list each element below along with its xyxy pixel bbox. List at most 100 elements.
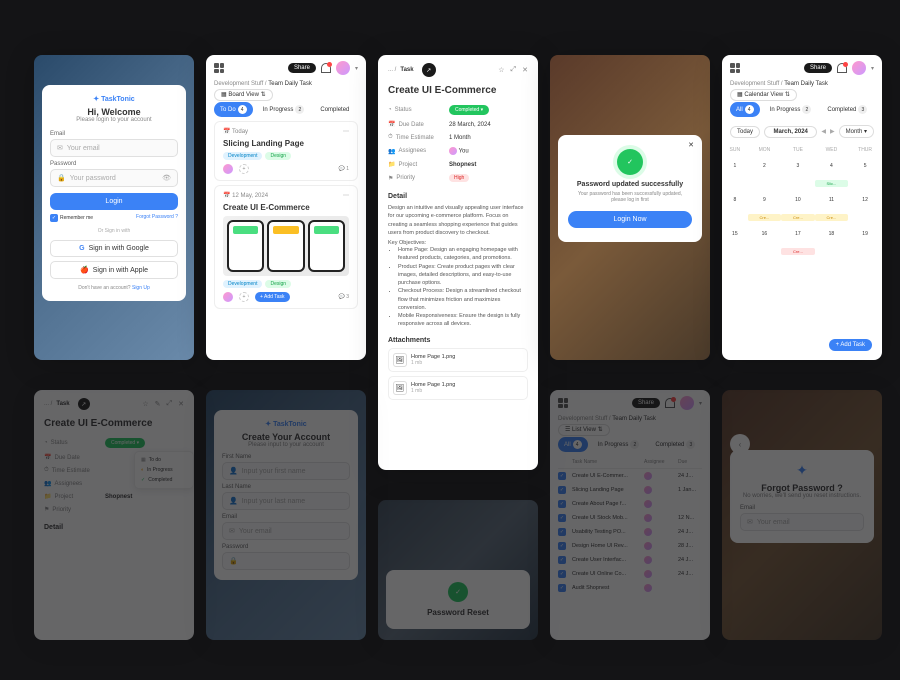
success-sub: Your password has been successfully upda… xyxy=(568,191,692,203)
table-row[interactable]: Create About Page f... xyxy=(558,497,702,511)
forgot-title: Forgot Password ? xyxy=(740,483,864,493)
expand-icon[interactable]: ⤢ xyxy=(511,66,517,74)
menu-inprogress[interactable]: ◐In Progress xyxy=(141,465,187,475)
add-assignee-icon[interactable]: + xyxy=(239,164,249,174)
filter-all[interactable]: All4 xyxy=(730,102,760,117)
signup-title: Create Your Account xyxy=(222,432,350,442)
month-picker[interactable]: March, 2024 xyxy=(764,126,817,138)
table-row[interactable]: Create User Interfac...24 J... xyxy=(558,553,702,567)
notification-icon[interactable] xyxy=(837,63,847,73)
password-label: Password xyxy=(50,161,178,167)
apps-icon[interactable] xyxy=(730,63,740,73)
add-task-button[interactable]: + Add Task xyxy=(829,339,872,351)
attachment-item[interactable]: 🖼 Home Page 1.png1 mb xyxy=(388,348,528,372)
project-value[interactable]: Shopnest xyxy=(449,162,476,168)
today-button[interactable]: Today xyxy=(730,126,760,138)
menu-todo[interactable]: ▦To do xyxy=(141,455,187,465)
duedate-label: 📅 Due Date xyxy=(388,121,443,128)
next-month[interactable]: ▶ xyxy=(830,128,835,135)
task-card[interactable]: 📅 Today⋯ Slicing Landing Page Developmen… xyxy=(214,121,358,181)
priority-badge[interactable]: High xyxy=(449,174,469,182)
star-icon[interactable]: ☆ xyxy=(142,400,148,408)
view-switcher[interactable]: ▦ Board View ⇅ xyxy=(214,89,273,101)
table-row[interactable]: Slicing Landing Page1 Jan... xyxy=(558,483,702,497)
success-icon: ✓ xyxy=(448,582,468,602)
priority-label: ⚑ Priority xyxy=(388,175,443,182)
close-icon[interactable]: ✕ xyxy=(522,66,528,74)
comments-icon[interactable]: 💬 3 xyxy=(339,294,349,300)
attachment-item[interactable]: 🖼 Home Page 1.png1 mb xyxy=(388,376,528,400)
apple-signin[interactable]: 🍎Sign in with Apple xyxy=(50,261,178,279)
google-signin[interactable]: GSign in with Google xyxy=(50,240,178,257)
table-row[interactable]: Design Home UI Rev...28 J... xyxy=(558,539,702,553)
task-title: Create UI E-Commerce xyxy=(223,203,349,212)
tab-completed[interactable]: Completed xyxy=(314,104,355,116)
task-card[interactable]: 📅 12 May, 2024⋯ Create UI E-Commerce Dev… xyxy=(214,185,358,309)
image-icon: 🖼 xyxy=(393,353,407,367)
share-icon[interactable]: ↗ xyxy=(422,63,436,77)
chevron-down-icon[interactable]: ▾ xyxy=(355,65,358,72)
table-row[interactable]: Usability Testing PO...24 J... xyxy=(558,525,702,539)
view-switcher[interactable]: ☰ List View ⇅ xyxy=(558,424,610,436)
assignee-value[interactable]: You xyxy=(449,147,469,155)
period-picker[interactable]: Month ▾ xyxy=(839,125,874,138)
page-title: Create UI E-Commerce xyxy=(388,85,528,96)
lastname-input[interactable]: 👤Input your last name xyxy=(222,492,350,510)
password-input[interactable]: 🔒 xyxy=(222,552,350,570)
status-badge[interactable]: Completed ▾ xyxy=(449,105,489,115)
reset-title: Password Reset xyxy=(394,608,522,617)
add-assignee-icon[interactable]: + xyxy=(239,292,249,302)
status-menu[interactable]: ▦To do ◐In Progress ✓Completed xyxy=(134,451,194,489)
close-icon[interactable]: ✕ xyxy=(688,141,694,149)
prev-month[interactable]: ◀ xyxy=(821,128,826,135)
notification-icon[interactable] xyxy=(665,398,675,408)
brand-logo: ✦ TaskTonic xyxy=(50,95,178,103)
tab-todo[interactable]: To Do4 xyxy=(214,102,253,117)
apps-icon[interactable] xyxy=(214,63,224,73)
table-row[interactable]: Create UI Online Co...24 J... xyxy=(558,567,702,581)
filter-completed[interactable]: Completed3 xyxy=(821,102,873,117)
notification-icon[interactable] xyxy=(321,63,331,73)
forgot-link[interactable]: Forgot Password ? xyxy=(136,214,178,222)
detail-heading: Detail xyxy=(388,193,528,200)
edit-icon[interactable]: ✎ xyxy=(155,400,161,408)
share-button[interactable]: Share xyxy=(288,63,316,73)
view-switcher[interactable]: ▦ Calendar View ⇅ xyxy=(730,89,797,101)
close-icon[interactable]: ✕ xyxy=(178,400,184,408)
back-button[interactable]: ‹ xyxy=(730,434,750,454)
chevron-down-icon[interactable]: ▾ xyxy=(871,65,874,72)
remember-checkbox[interactable]: Remember me xyxy=(50,214,93,222)
share-button[interactable]: Share xyxy=(804,63,832,73)
apps-icon[interactable] xyxy=(558,398,568,408)
breadcrumb[interactable]: Development Stuff xyxy=(730,81,779,87)
brand-icon: ✦ xyxy=(740,462,864,479)
eye-icon[interactable]: 👁 xyxy=(162,174,171,182)
comments-icon[interactable]: 💬 1 xyxy=(339,166,349,172)
filter-inprogress[interactable]: In Progress2 xyxy=(764,102,818,117)
menu-completed[interactable]: ✓Completed xyxy=(141,475,187,485)
email-input[interactable]: ✉Your email xyxy=(740,513,864,531)
more-icon[interactable]: ⋯ xyxy=(343,192,349,199)
login-now-button[interactable]: Login Now xyxy=(568,211,692,228)
time-value[interactable]: 1 Month xyxy=(449,135,471,141)
avatar[interactable] xyxy=(336,61,350,75)
signup-link[interactable]: Sign Up xyxy=(132,285,150,291)
expand-icon[interactable]: ⤢ xyxy=(167,400,173,408)
login-button[interactable]: Login xyxy=(50,193,178,210)
breadcrumb[interactable]: Development Stuff xyxy=(214,81,263,87)
email-input[interactable]: ✉Your email xyxy=(222,522,350,540)
table-row[interactable]: Audit Shopnest xyxy=(558,581,702,595)
firstname-input[interactable]: 👤Input your first name xyxy=(222,462,350,480)
password-input[interactable]: 🔒Your password👁 xyxy=(50,169,178,187)
email-input[interactable]: ✉Your email xyxy=(50,139,178,157)
attachments-heading: Attachments xyxy=(388,337,528,344)
duedate-value[interactable]: 28 March, 2024 xyxy=(449,122,491,128)
avatar[interactable] xyxy=(852,61,866,75)
star-icon[interactable]: ☆ xyxy=(498,66,504,74)
tab-inprogress[interactable]: In Progress2 xyxy=(257,102,311,117)
more-icon[interactable]: ⋯ xyxy=(343,128,349,135)
add-task-button[interactable]: + Add Task xyxy=(255,292,290,302)
status-dropdown[interactable]: Completed ▾ xyxy=(105,438,145,448)
table-row[interactable]: Create UI Stock Mob...12 N... xyxy=(558,511,702,525)
table-row[interactable]: Create UI E-Commer...24 J... xyxy=(558,469,702,483)
